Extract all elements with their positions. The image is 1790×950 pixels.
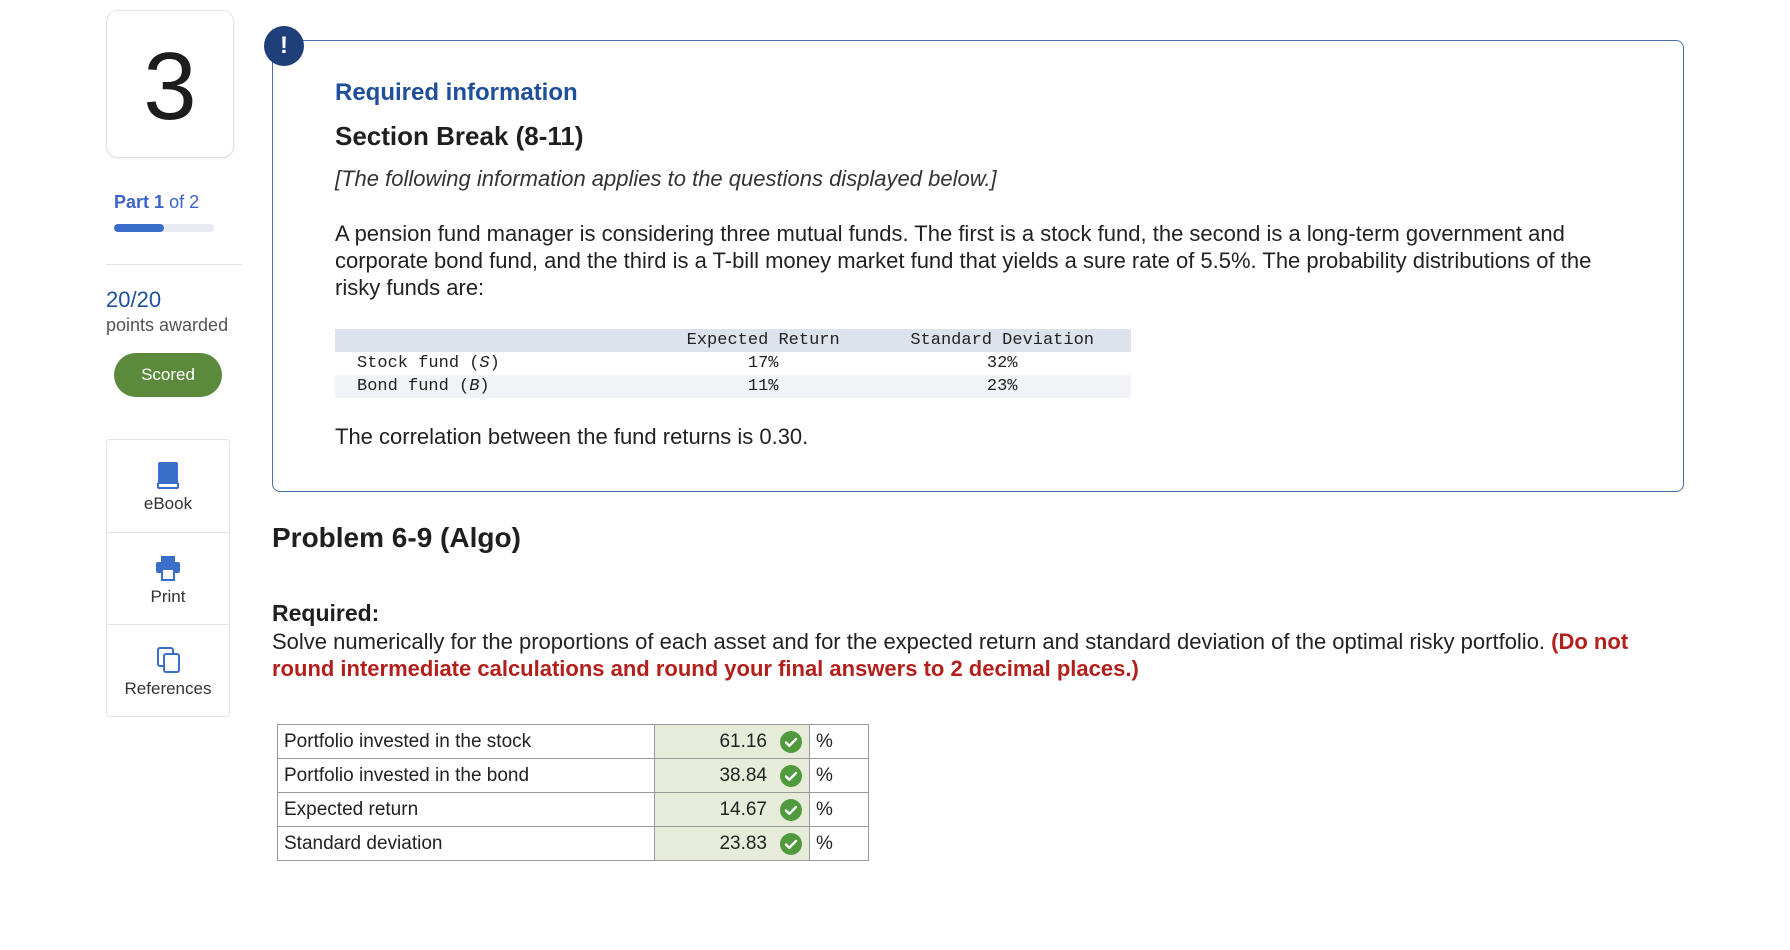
alert-icon: !: [264, 26, 304, 66]
answer-label: Portfolio invested in the bond: [277, 758, 655, 793]
scored-button[interactable]: Scored: [114, 353, 222, 397]
part-current: 1: [154, 192, 165, 212]
print-label: Print: [150, 587, 186, 606]
check-icon: [780, 833, 802, 855]
part-word: Part: [114, 192, 150, 212]
fund-name: Stock fund (S): [357, 354, 500, 373]
expected-return-cell: 11%: [653, 375, 874, 398]
answer-unit: %: [809, 758, 869, 793]
applies-note: [The following information applies to th…: [335, 166, 997, 191]
check-icon: [780, 765, 802, 787]
answer-row: Expected return 14.67 %: [277, 792, 869, 827]
answer-value: 61.16: [719, 730, 767, 752]
check-icon: [780, 799, 802, 821]
table-row: Bond fund (B) 11% 23%: [335, 375, 1131, 398]
section-break-title: Section Break (8-11): [335, 121, 584, 151]
fund-distribution-table: Expected Return Standard Deviation Stock…: [335, 329, 1131, 398]
table-header-expected-return: Expected Return: [653, 329, 874, 352]
required-information-heading: Required information: [335, 79, 578, 106]
answer-row: Standard deviation 23.83 %: [277, 826, 869, 861]
answer-unit: %: [809, 724, 869, 759]
answer-field[interactable]: 23.83: [654, 826, 810, 861]
answer-label: Expected return: [277, 792, 655, 827]
table-header-std-dev: Standard Deviation: [873, 329, 1131, 352]
answer-unit: %: [809, 792, 869, 827]
answer-value: 23.83: [719, 832, 767, 854]
answer-row: Portfolio invested in the stock 61.16 %: [277, 724, 869, 759]
answer-field[interactable]: 14.67: [654, 792, 810, 827]
ebook-button[interactable]: eBook: [107, 440, 229, 532]
answer-field[interactable]: 38.84: [654, 758, 810, 793]
ebook-label: eBook: [143, 494, 193, 513]
answer-unit: %: [809, 826, 869, 861]
tools-panel: eBook Print References: [106, 439, 230, 717]
answer-value: 38.84: [719, 764, 767, 786]
answer-table: Portfolio invested in the stock 61.16 % …: [277, 724, 869, 861]
intro-paragraph: A pension fund manager is considering th…: [335, 221, 1592, 300]
printer-icon: [156, 556, 180, 581]
question-number-card: 3: [106, 10, 234, 158]
print-button[interactable]: Print: [107, 532, 229, 625]
answer-label: Portfolio invested in the stock: [277, 724, 655, 759]
check-icon: [780, 731, 802, 753]
required-instructions: Solve numerically for the proportions of…: [272, 628, 1672, 682]
part-progress-fill: [114, 224, 164, 232]
question-number: 3: [143, 33, 197, 140]
score-label: points awarded: [106, 315, 229, 335]
answer-value: 14.67: [719, 798, 767, 820]
std-dev-cell: 32%: [986, 354, 1018, 373]
score-value: 20/20: [106, 287, 162, 312]
answer-label: Standard deviation: [277, 826, 655, 861]
table-header-blank: [335, 329, 653, 352]
required-text: Solve numerically for the proportions of…: [272, 629, 1546, 654]
expected-return-cell: 17%: [747, 354, 779, 373]
references-label: References: [124, 679, 212, 698]
required-label: Required:: [272, 600, 380, 626]
references-button[interactable]: References: [107, 624, 229, 717]
answer-field[interactable]: 61.16: [654, 724, 810, 759]
part-of: of 2: [169, 192, 200, 212]
fund-name: Bond fund (B): [335, 375, 653, 398]
problem-title: Problem 6-9 (Algo): [272, 522, 521, 553]
part-progress-bar: [114, 224, 214, 232]
book-icon: [157, 462, 179, 489]
correlation-text: The correlation between the fund returns…: [335, 424, 809, 449]
table-header-row: Expected Return Standard Deviation: [335, 329, 1131, 352]
std-dev-cell: 23%: [873, 375, 1131, 398]
table-row: Stock fund (S) 17% 32%: [335, 352, 1131, 375]
answer-row: Portfolio invested in the bond 38.84 %: [277, 758, 869, 793]
references-icon: [157, 647, 180, 673]
sidebar-divider: [106, 264, 242, 265]
part-indicator: Part 1 of 2: [114, 192, 199, 213]
